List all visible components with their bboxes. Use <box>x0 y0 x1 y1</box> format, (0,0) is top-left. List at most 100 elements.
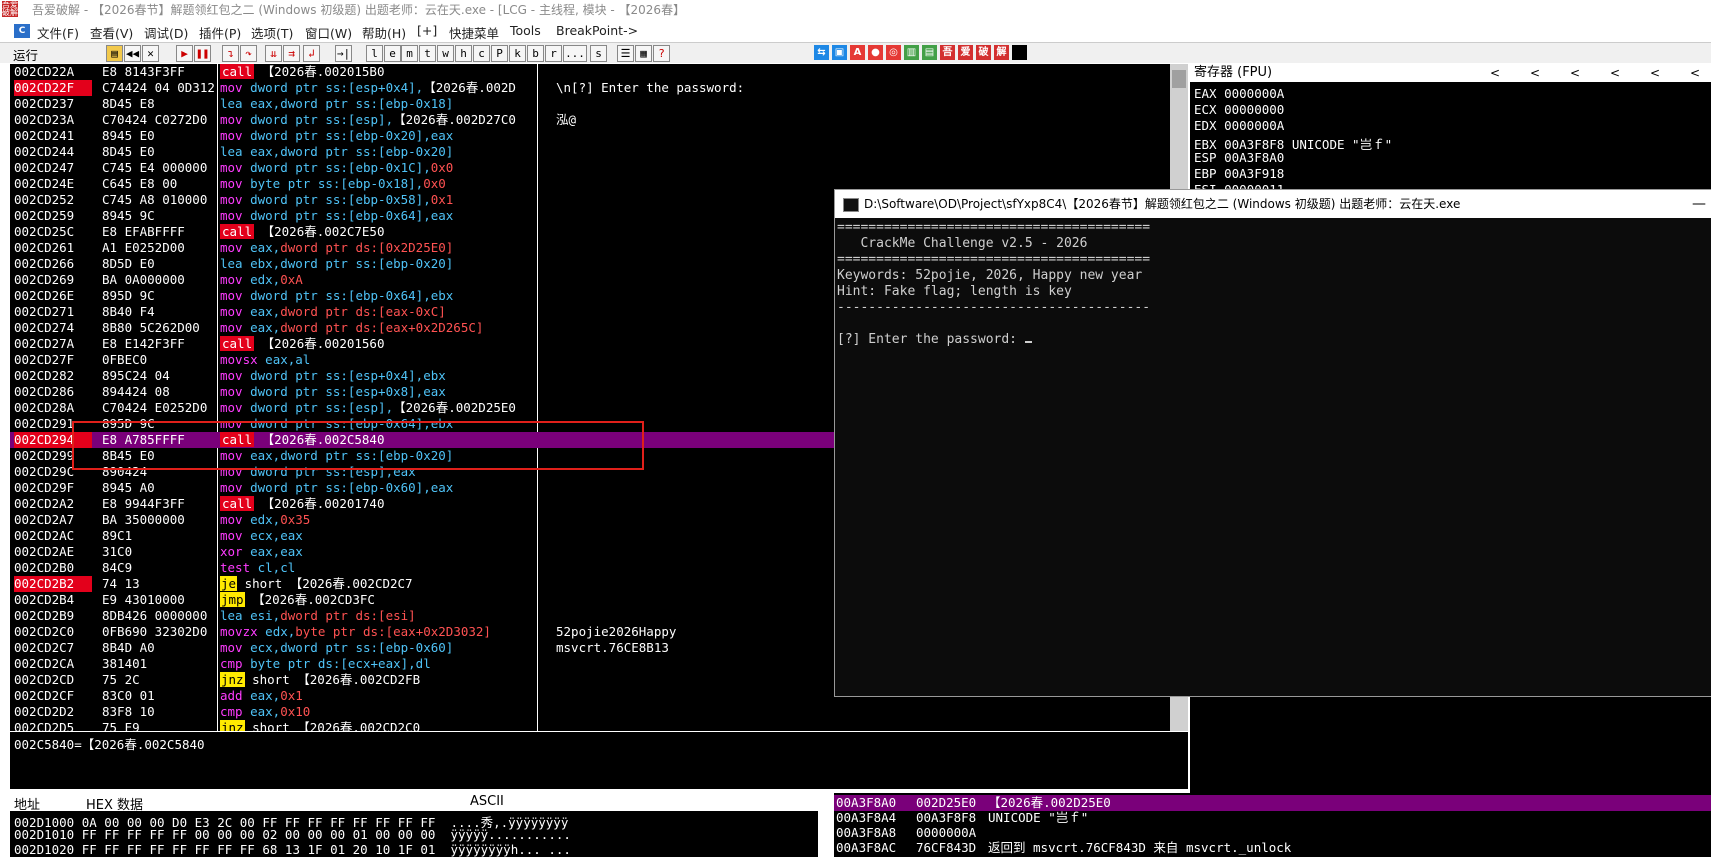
stack-row[interactable]: 00A3F8A0 002D25E0 【2026春.002D25E0 <box>834 795 1711 811</box>
close-icon[interactable]: ✕ <box>142 45 159 62</box>
dump-header: 地址 HEX 数据 ASCII <box>10 793 818 813</box>
toolbar-m[interactable]: m <box>401 45 418 62</box>
stack-value: 00A3F8F8 <box>916 810 977 825</box>
dump-row[interactable]: 002D1010 FF FF FF FF FF 00 00 00 02 00 0… <box>14 827 571 842</box>
step-into-icon[interactable]: ↴ <box>222 45 239 62</box>
scroll-thumb[interactable] <box>1172 70 1186 88</box>
menu-quick[interactable]: 快捷菜单 <box>449 23 499 42</box>
cpu-window-icon[interactable]: C <box>14 24 30 38</box>
plugin-a[interactable]: A <box>850 45 865 60</box>
nav-arrow[interactable]: < <box>1570 64 1580 82</box>
menu-help[interactable]: 帮助(H) <box>362 23 406 42</box>
disasm-row[interactable]: 002CD2D2 83F8 10 cmp eax,0x10 <box>10 704 1188 720</box>
step-over-icon[interactable]: ↷ <box>240 45 257 62</box>
dump-col-ascii[interactable]: ASCII <box>470 794 504 809</box>
register-ecx[interactable]: ECX 00000000 <box>1194 102 1284 117</box>
disasm-instruction: mov dword ptr ss:[esp+0x4],【2026春.002D <box>220 80 552 96</box>
toolbar-s[interactable]: s <box>590 45 607 62</box>
execute-till-return-icon[interactable]: ↲ <box>303 45 320 62</box>
instruction-part: lea esi, <box>220 608 281 623</box>
register-edx[interactable]: EDX 0000000A <box>1194 118 1284 133</box>
disasm-row[interactable]: 002CD247 C745 E4 000000 mov dword ptr ss:[… <box>10 160 1188 176</box>
nav-arrow[interactable]: < <box>1490 64 1500 82</box>
password-prompt[interactable]: [?] Enter the password: <box>837 332 1032 347</box>
nav-arrow[interactable]: < <box>1530 64 1540 82</box>
plugin-po[interactable]: 破 <box>976 45 991 60</box>
columns-icon[interactable]: ▥ <box>904 45 919 60</box>
nav-arrow[interactable]: < <box>1690 64 1700 82</box>
open-icon[interactable]: ▤ <box>106 45 123 62</box>
menu-tools[interactable]: Tools <box>510 23 541 38</box>
plugin-ai[interactable]: 爱 <box>958 45 973 60</box>
stack-row[interactable]: 00A3F8AC 76CF843D 返回到 msvcrt.76CF843D 来自 m… <box>834 840 1711 856</box>
register-ebp[interactable]: EBP 00A3F918 <box>1194 166 1284 181</box>
instruction-part: 0x10 <box>280 704 311 719</box>
grid-icon[interactable]: ▦ <box>635 45 652 62</box>
stack-pane[interactable]: 00A3F8A0 002D25E0 【2026春.002D25E0 00A3F8A4 0… <box>834 793 1711 857</box>
disasm-instruction: cmp byte ptr ds:[ecx+eax],dl <box>220 656 552 672</box>
pause-icon[interactable]: ❚❚ <box>194 45 211 62</box>
register-esi[interactable]: ESI 00000011 <box>1194 182 1284 189</box>
console-window[interactable]: D:\Software\OD\Project\sfYxp8C4\【2026春节】… <box>834 189 1711 697</box>
goto-icon[interactable]: →| <box>335 45 352 62</box>
registers-header[interactable]: 寄存器 (FPU) < < < < < < <box>1190 64 1711 82</box>
plugin-wu[interactable]: 吾 <box>940 45 955 60</box>
record-icon[interactable]: ● <box>868 45 883 60</box>
register-eax[interactable]: EAX 0000000A <box>1194 86 1284 101</box>
trace-into-icon[interactable]: ⇊ <box>265 45 282 62</box>
dump-row[interactable]: 002D1020 FF FF FF FF FF FF FF FF 68 13 1… <box>14 842 571 857</box>
rewind-icon[interactable]: ◀◀ <box>124 45 141 62</box>
disasm-row[interactable]: 002CD2D5 75 E9 jnz short 【2026春.002CD2C0 <box>10 720 1188 731</box>
menu-plus[interactable]: [+] <box>417 23 437 38</box>
menu-debug[interactable]: 调试(D) <box>144 23 188 42</box>
stack-icon[interactable]: ▣ <box>832 45 847 60</box>
toolbar-e[interactable]: e <box>384 45 401 62</box>
target-icon[interactable]: ◎ <box>886 45 901 60</box>
trace-over-icon[interactable]: ⇉ <box>283 45 300 62</box>
menu-window[interactable]: 窗口(W) <box>305 23 352 42</box>
disasm-row[interactable]: 002CD23A C70424 C0272D0 mov dword ptr ss:[… <box>10 112 1188 128</box>
console-title-bar[interactable]: D:\Software\OD\Project\sfYxp8C4\【2026春节】… <box>835 190 1711 218</box>
minimize-icon[interactable]: — <box>1692 190 1706 218</box>
toolbar-r[interactable]: r <box>545 45 562 62</box>
disasm-instruction: jmp 【2026春.002CD3FC <box>220 592 552 608</box>
nav-arrow[interactable]: < <box>1650 64 1660 82</box>
toolbar-l[interactable]: l <box>366 45 383 62</box>
stack-row[interactable]: 00A3F8A4 00A3F8F8 UNICODE "岂ｆ" <box>834 810 1711 826</box>
instruction-part: mov <box>220 400 243 415</box>
toolbar-t[interactable]: t <box>419 45 436 62</box>
toolbar-k[interactable]: k <box>509 45 526 62</box>
disasm-row[interactable]: 002CD237 8D45 E8 lea eax,dword ptr ss:[ebp… <box>10 96 1188 112</box>
stack-address: 00A3F8A4 <box>836 810 897 825</box>
menu-breakpoint[interactable]: BreakPoint-> <box>556 23 638 38</box>
disasm-instruction: call 【2026春.002015B0 <box>220 64 552 80</box>
toolbar-b[interactable]: b <box>527 45 544 62</box>
dump-pane[interactable]: 地址 HEX 数据 ASCII 002D1000 0A 00 00 00 D0 … <box>10 793 818 857</box>
black-square-icon[interactable] <box>1012 45 1027 60</box>
disasm-row[interactable]: 002CD241 8945 E0 mov dword ptr ss:[ebp-0x2… <box>10 128 1188 144</box>
stack-row[interactable]: 00A3F8A8 0000000A <box>834 825 1711 841</box>
help-icon[interactable]: ? <box>653 45 670 62</box>
refresh-icon[interactable]: ⇆ <box>814 45 829 60</box>
dump-col-address[interactable]: 地址 <box>14 794 40 813</box>
list-icon[interactable]: ☰ <box>617 45 634 62</box>
disasm-row[interactable]: 002CD22A E8 8143F3FF call 【2026春.002015B0 <box>10 64 1188 80</box>
toolbar-p[interactable]: P <box>491 45 508 62</box>
menu-plugins[interactable]: 插件(P) <box>199 23 241 42</box>
menu-options[interactable]: 选项(T) <box>251 23 293 42</box>
disasm-row[interactable]: 002CD244 8D45 E0 lea eax,dword ptr ss:[ebp… <box>10 144 1188 160</box>
table-icon[interactable]: ▤ <box>922 45 937 60</box>
toolbar-more[interactable]: ... <box>563 45 587 62</box>
nav-arrow[interactable]: < <box>1610 64 1620 82</box>
disasm-instruction: call 【2026春.002C7E50 <box>220 224 552 240</box>
menu-file[interactable]: 文件(F) <box>37 23 79 42</box>
run-icon[interactable]: ▶ <box>176 45 193 62</box>
dump-col-hex[interactable]: HEX 数据 <box>86 794 143 813</box>
toolbar-c[interactable]: c <box>473 45 490 62</box>
disasm-row[interactable]: 002CD22F C74424 04 0D312 mov dword ptr ss:… <box>10 80 1188 96</box>
toolbar-h[interactable]: h <box>455 45 472 62</box>
menu-view[interactable]: 查看(V) <box>90 23 133 42</box>
register-esp[interactable]: ESP 00A3F8A0 <box>1194 150 1284 165</box>
toolbar-w[interactable]: w <box>437 45 454 62</box>
plugin-jie[interactable]: 解 <box>994 45 1009 60</box>
